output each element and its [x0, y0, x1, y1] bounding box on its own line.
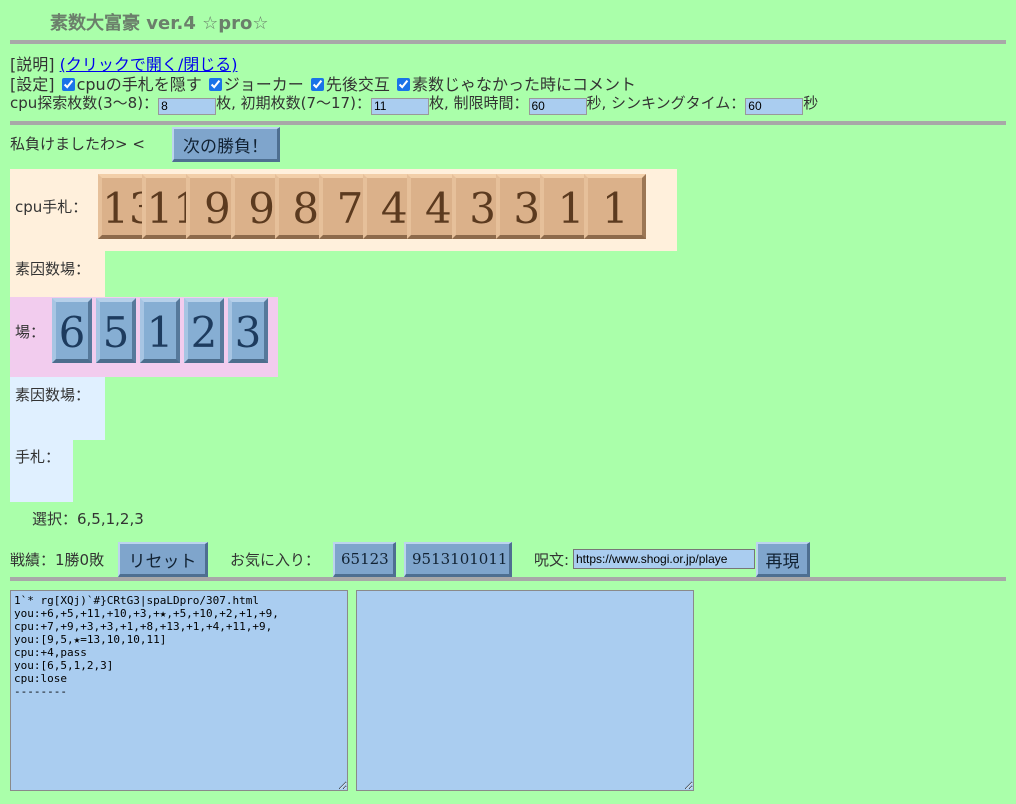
- field-card: 2: [184, 298, 224, 363]
- field-card: 1: [140, 298, 180, 363]
- record-label: 戦績：1勝0敗: [10, 551, 105, 569]
- unit-label: 秒: [803, 94, 819, 112]
- comment-textarea[interactable]: [356, 590, 694, 791]
- field-card: 3: [228, 298, 268, 363]
- params-row: cpu探索枚数(3〜8)： 枚, 初期枚数(7〜17)： 枚, 制限時間： 秒, シン…: [10, 92, 818, 115]
- favorites-label: お気に入り：: [230, 551, 321, 569]
- player-factor-label: 素因数場：: [15, 386, 91, 404]
- player-hand-label: 手札：: [15, 448, 61, 466]
- cpu-search-label: cpu探索枚数(3〜8)：: [10, 94, 159, 112]
- unit-label: 秒, シンキングタイム：: [586, 94, 746, 112]
- selection-text: 選択：6,5,1,2,3: [32, 510, 144, 528]
- initial-cards-input[interactable]: [370, 97, 429, 115]
- divider: [10, 40, 1006, 44]
- divider: [10, 577, 1006, 581]
- unit-label: 枚, 初期枚数(7〜17)：: [216, 94, 371, 112]
- comment-checkbox[interactable]: [397, 78, 411, 91]
- hide-cpu-checkbox[interactable]: [61, 78, 75, 91]
- cpu-factor-label: 素因数場：: [15, 260, 91, 278]
- field-card: 6: [52, 298, 92, 363]
- app-title: 素数大富豪 ver.4 ☆pro☆: [50, 13, 269, 34]
- cpu-search-input[interactable]: [158, 97, 217, 115]
- next-game-button[interactable]: 次の勝負！: [172, 127, 280, 162]
- replay-button[interactable]: 再現: [756, 542, 810, 577]
- field-label: 場：: [15, 323, 46, 341]
- favorite-button[interactable]: 9513101011: [404, 542, 512, 577]
- game-log-textarea[interactable]: [10, 590, 348, 791]
- time-limit-input[interactable]: [528, 97, 587, 115]
- thinking-time-input[interactable]: [745, 97, 804, 115]
- status-message: 私負けましたわ> <: [10, 135, 145, 153]
- spell-input[interactable]: [573, 549, 755, 569]
- alternate-checkbox[interactable]: [310, 78, 324, 91]
- divider: [10, 121, 1006, 125]
- reset-button[interactable]: リセット: [118, 542, 208, 577]
- spell-label: 呪文:: [534, 551, 570, 569]
- field-card: 5: [96, 298, 136, 363]
- cpu-hand-label: cpu手札：: [15, 198, 88, 216]
- unit-label: 枚, 制限時間：: [428, 94, 529, 112]
- cpu-card: 1: [584, 174, 647, 239]
- favorite-button[interactable]: 65123: [333, 542, 396, 577]
- joker-checkbox[interactable]: [208, 78, 222, 91]
